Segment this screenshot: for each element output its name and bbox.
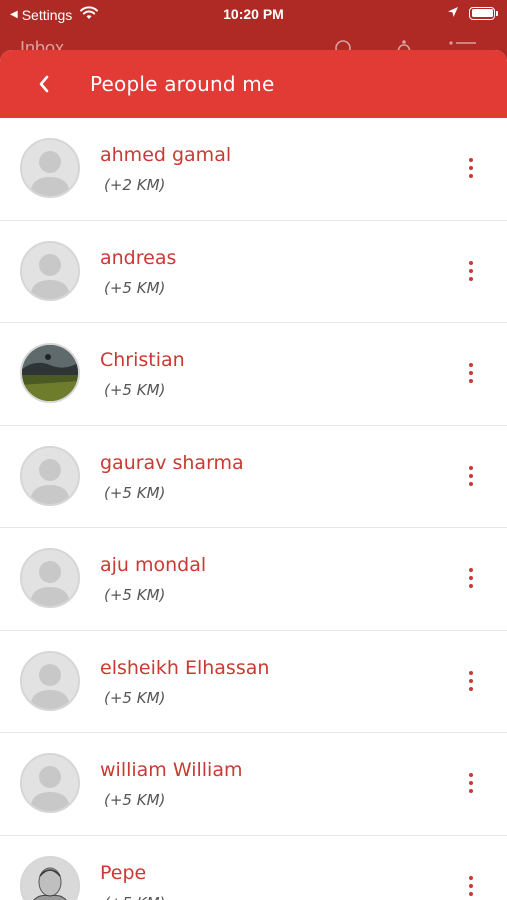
- person-distance: (+5 KM): [104, 483, 166, 502]
- status-time: 10:20 PM: [223, 6, 284, 22]
- back-button[interactable]: [28, 68, 60, 100]
- person-name[interactable]: gaurav sharma: [100, 452, 244, 474]
- person-name[interactable]: aju mondal: [100, 554, 206, 576]
- person-name[interactable]: andreas: [100, 247, 176, 269]
- person-name[interactable]: Pepe: [100, 862, 146, 884]
- person-distance: (+2 KM): [104, 176, 166, 194]
- status-bar: ◀ Settings 10:20 PM: [0, 0, 507, 30]
- people-sheet: People around me ahmed gamal (+2 KM) andre…: [0, 50, 507, 900]
- avatar[interactable]: [20, 548, 80, 608]
- page-title: People around me: [90, 72, 275, 96]
- list-item[interactable]: andreas (+5 KM): [0, 221, 507, 323]
- avatar[interactable]: [20, 650, 80, 711]
- person-name[interactable]: ahmed gamal: [100, 144, 231, 166]
- person-distance: (+5 KM): [104, 586, 166, 604]
- list-item[interactable]: Christian (+5 KM): [0, 323, 507, 426]
- location-arrow-icon: [447, 5, 459, 21]
- list-item[interactable]: Pepe (+5 KM): [0, 836, 507, 900]
- more-options-icon[interactable]: [463, 669, 479, 693]
- avatar[interactable]: [20, 343, 80, 403]
- people-list: ahmed gamal (+2 KM) andreas (+5 KM) Christia…: [0, 118, 507, 900]
- more-options-icon[interactable]: [463, 771, 479, 795]
- avatar[interactable]: [20, 445, 80, 506]
- list-item[interactable]: elsheikh Elhassan (+5 KM): [0, 631, 507, 733]
- person-name[interactable]: william William: [100, 759, 242, 781]
- list-item[interactable]: gaurav sharma (+5 KM): [0, 426, 507, 528]
- avatar[interactable]: [20, 240, 80, 301]
- status-right: [447, 5, 498, 21]
- person-distance: (+5 KM): [104, 381, 166, 399]
- list-item[interactable]: aju mondal (+5 KM): [0, 528, 507, 631]
- more-options-icon[interactable]: [463, 464, 479, 488]
- more-options-icon[interactable]: [463, 259, 479, 283]
- person-name[interactable]: Christian: [100, 349, 185, 371]
- app-screen: ◀ Settings 10:20 PM Inbox People around …: [0, 0, 507, 900]
- avatar[interactable]: [20, 753, 80, 813]
- avatar[interactable]: [20, 855, 80, 900]
- list-item[interactable]: william William (+5 KM): [0, 733, 507, 836]
- more-options-icon[interactable]: [463, 156, 479, 180]
- person-name[interactable]: elsheikh Elhassan: [100, 657, 269, 679]
- person-distance: (+5 KM): [104, 278, 166, 297]
- more-options-icon[interactable]: [463, 874, 479, 898]
- sheet-header: People around me: [0, 50, 507, 118]
- person-distance: (+5 KM): [104, 688, 166, 707]
- person-distance: (+5 KM): [104, 894, 165, 900]
- person-distance: (+5 KM): [104, 791, 166, 809]
- avatar[interactable]: [20, 138, 80, 198]
- more-options-icon[interactable]: [463, 566, 479, 590]
- battery-icon: [469, 6, 498, 20]
- list-item[interactable]: ahmed gamal (+2 KM): [0, 118, 507, 221]
- more-options-icon[interactable]: [463, 361, 479, 385]
- chevron-left-icon: [39, 75, 49, 93]
